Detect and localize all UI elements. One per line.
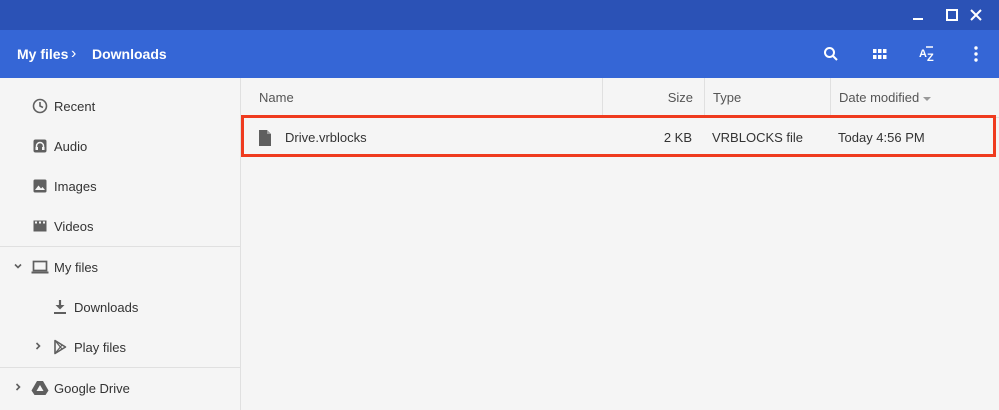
sort-descending-icon <box>923 96 932 101</box>
column-label: Type <box>713 90 742 105</box>
breadcrumb-separator: › <box>71 45 77 62</box>
svg-text:Z: Z <box>927 52 934 63</box>
sidebar-item-label: Downloads <box>74 299 139 315</box>
column-date-modified[interactable]: Date modified <box>830 78 999 117</box>
sidebar-item-label: Recent <box>54 98 96 114</box>
file-type: VRBLOCKS file <box>712 130 804 145</box>
image-icon <box>31 178 49 194</box>
grid-view-icon[interactable] <box>868 42 892 66</box>
chevron-down-icon[interactable] <box>13 261 23 271</box>
sidebar-item-label: Play files <box>74 339 127 355</box>
sidebar-item-my-files[interactable]: My files <box>0 247 240 287</box>
column-type[interactable]: Type <box>704 78 831 117</box>
column-name[interactable]: Name <box>259 78 294 117</box>
download-icon <box>51 299 69 315</box>
sidebar-item-videos[interactable]: Videos <box>0 206 240 246</box>
column-size[interactable]: Size <box>602 78 705 117</box>
sidebar: Recent Audio Images Videos My files Down… <box>0 78 241 410</box>
headphones-icon <box>31 138 49 154</box>
svg-text:A: A <box>919 48 927 60</box>
laptop-icon <box>31 259 49 275</box>
sidebar-item-google-drive[interactable]: Google Drive <box>0 368 240 408</box>
file-date-modified: Today 4:56 PM <box>838 130 925 145</box>
column-label: Size <box>667 90 693 105</box>
breadcrumb-my-files[interactable]: My files <box>17 30 68 78</box>
breadcrumb-downloads[interactable]: Downloads <box>92 30 167 78</box>
file-name: Drive.vrblocks <box>285 130 367 145</box>
maximize-icon[interactable] <box>942 6 962 24</box>
app-header: My files › Downloads A Z <box>0 30 999 78</box>
sidebar-item-downloads[interactable]: Downloads <box>0 287 240 327</box>
close-icon[interactable] <box>966 6 986 24</box>
sidebar-item-images[interactable]: Images <box>0 166 240 206</box>
file-icon <box>259 130 271 146</box>
column-label: Name <box>259 90 294 105</box>
sidebar-item-label: Images <box>54 178 97 194</box>
table-row[interactable]: Drive.vrblocks 2 KB VRBLOCKS file Today … <box>241 118 999 158</box>
file-size: 2 KB <box>663 130 692 145</box>
sidebar-item-play-files[interactable]: Play files <box>0 327 240 367</box>
sort-az-icon[interactable]: A Z <box>916 42 940 66</box>
play-store-icon <box>51 339 69 355</box>
column-label: Date modified <box>839 90 920 105</box>
chevron-right-icon[interactable] <box>33 341 43 351</box>
sidebar-item-label: Audio <box>54 138 88 154</box>
drive-icon <box>31 380 49 396</box>
column-header-row: Name Size Type Date modified <box>241 78 999 118</box>
film-icon <box>31 218 49 234</box>
minimize-icon[interactable] <box>908 6 928 24</box>
window-titlebar <box>0 0 999 30</box>
sidebar-item-audio[interactable]: Audio <box>0 126 240 166</box>
search-icon[interactable] <box>819 42 843 66</box>
clock-icon <box>31 98 49 114</box>
sidebar-item-label: Videos <box>54 218 94 234</box>
more-vert-icon[interactable] <box>964 42 988 66</box>
sidebar-item-recent[interactable]: Recent <box>0 86 240 126</box>
file-list: Name Size Type Date modified Drive.vrblo… <box>241 78 999 410</box>
sidebar-item-label: My files <box>54 259 99 275</box>
chevron-right-icon[interactable] <box>13 382 23 392</box>
sidebar-item-label: Google Drive <box>54 380 130 396</box>
